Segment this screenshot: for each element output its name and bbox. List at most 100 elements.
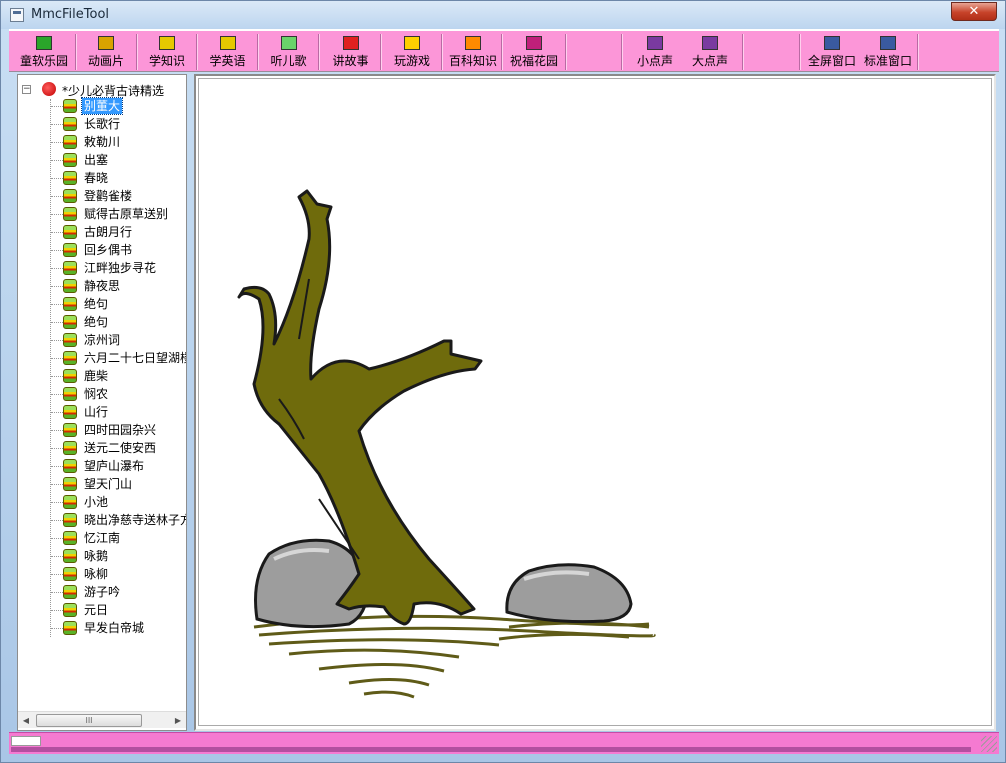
tree-item[interactable]: 晓出净慈寺送林子方 — [51, 511, 186, 529]
tree-item[interactable]: 望天门山 — [51, 475, 186, 493]
tree-item-label[interactable]: 游子吟 — [82, 584, 122, 600]
progress-bar — [11, 747, 971, 752]
tree-branch-line — [51, 106, 63, 107]
window-title: MmcFileTool — [31, 7, 110, 22]
collapse-icon[interactable]: − — [22, 85, 31, 94]
tree-item[interactable]: 敕勒川 — [51, 133, 186, 151]
tree-item-label[interactable]: 元日 — [82, 602, 110, 618]
tree-item-label[interactable]: 长歌行 — [82, 116, 122, 132]
tree-item-label[interactable]: 江畔独步寻花 — [82, 260, 158, 276]
title-bar[interactable]: MmcFileTool ✕ — [1, 1, 1005, 29]
toolbar-button-7[interactable]: 百科知识 — [445, 33, 501, 71]
tree-item[interactable]: 望庐山瀑布 — [51, 457, 186, 475]
close-button[interactable]: ✕ — [951, 2, 997, 21]
song-icon — [280, 36, 297, 50]
tree-item[interactable]: 凉州词 — [51, 331, 186, 349]
tree-item-label[interactable]: 鹿柴 — [82, 368, 110, 384]
tree-item[interactable]: 送元二使安西 — [51, 439, 186, 457]
tree-item[interactable]: 春晓 — [51, 169, 186, 187]
toolbar-button-3[interactable]: 学英语 — [200, 33, 255, 71]
toolbar-button-10[interactable]: 大点声 — [684, 33, 736, 71]
tree-branch-line — [51, 268, 63, 269]
tree-item-label[interactable]: 四时田园杂兴 — [82, 422, 158, 438]
toolbar-button-9[interactable]: 小点声 — [629, 33, 681, 71]
tree-item-label[interactable]: 静夜思 — [82, 278, 122, 294]
tree-item-label[interactable]: 咏鹅 — [82, 548, 110, 564]
story-icon — [342, 36, 359, 50]
toolbar-button-8[interactable]: 祝福花园 — [505, 33, 563, 71]
tree-branch-line — [51, 538, 63, 539]
scroll-right-icon[interactable]: ▶ — [171, 714, 185, 727]
tree-item-label[interactable]: 古朗月行 — [82, 224, 134, 240]
animation-canvas[interactable] — [198, 78, 992, 726]
tree-item[interactable]: 咏柳 — [51, 565, 186, 583]
poem-book-icon — [63, 405, 77, 419]
tree-item-label[interactable]: 早发白帝城 — [82, 620, 146, 636]
tree-item[interactable]: 游子吟 — [51, 583, 186, 601]
tree-item-label[interactable]: 敕勒川 — [82, 134, 122, 150]
tree-item-label[interactable]: 晓出净慈寺送林子方 — [82, 512, 186, 528]
tree-item-label[interactable]: 绝句 — [82, 296, 110, 312]
tree-item[interactable]: 古朗月行 — [51, 223, 186, 241]
tree-item[interactable]: 绝句 — [51, 295, 186, 313]
toolbar-button-6[interactable]: 玩游戏 — [384, 33, 440, 71]
scroll-thumb[interactable]: III — [36, 714, 142, 727]
toolbar-button-5[interactable]: 讲故事 — [322, 33, 379, 71]
tree-item[interactable]: 咏鹅 — [51, 547, 186, 565]
tree-item[interactable]: 绝句 — [51, 313, 186, 331]
tree-item[interactable]: 山行 — [51, 403, 186, 421]
tree-item-label[interactable]: 春晓 — [82, 170, 110, 186]
tree-item-label[interactable]: 凉州词 — [82, 332, 122, 348]
tree-item[interactable]: 鹿柴 — [51, 367, 186, 385]
tree-item-label[interactable]: 悯农 — [82, 386, 110, 402]
tree-item-label[interactable]: 小池 — [82, 494, 110, 510]
tree-item-label[interactable]: 送元二使安西 — [82, 440, 158, 456]
toolbar-button-4[interactable]: 听儿歌 — [261, 33, 316, 71]
toolbar-button-12[interactable]: 标准窗口 — [860, 33, 916, 71]
tree-item[interactable]: 四时田园杂兴 — [51, 421, 186, 439]
tree-item-label[interactable]: 绝句 — [82, 314, 110, 330]
tree-item-label[interactable]: 出塞 — [82, 152, 110, 168]
poem-book-icon — [63, 459, 77, 473]
tree-item[interactable]: 江畔独步寻花 — [51, 259, 186, 277]
tree-item[interactable]: 忆江南 — [51, 529, 186, 547]
tree-item[interactable]: 六月二十七日望湖楼 — [51, 349, 186, 367]
tree-item[interactable]: 悯农 — [51, 385, 186, 403]
tree-item-label[interactable]: 山行 — [82, 404, 110, 420]
scroll-left-icon[interactable]: ◀ — [19, 714, 33, 727]
tree-item-label[interactable]: 登鹳雀楼 — [82, 188, 134, 204]
tree-branch-line — [51, 358, 63, 359]
toolbar-button-11[interactable]: 全屏窗口 — [804, 33, 860, 71]
tree-item[interactable]: 静夜思 — [51, 277, 186, 295]
toolbar-button-2[interactable]: 学知识 — [140, 33, 194, 71]
tree-item-label[interactable]: 忆江南 — [82, 530, 122, 546]
tree-item[interactable]: 回乡偶书 — [51, 241, 186, 259]
poem-book-icon — [63, 333, 77, 347]
poem-book-icon — [63, 477, 77, 491]
tree-item[interactable]: 早发白帝城 — [51, 619, 186, 637]
tree-item-label[interactable]: 别董大 — [80, 97, 124, 115]
tree-item[interactable]: 赋得古原草送别 — [51, 205, 186, 223]
toolbar-separator — [380, 34, 382, 70]
tree-item[interactable]: 长歌行 — [51, 115, 186, 133]
tree-item[interactable]: 登鹳雀楼 — [51, 187, 186, 205]
tree-item[interactable]: 小池 — [51, 493, 186, 511]
poem-book-icon — [63, 387, 77, 401]
horizontal-scrollbar[interactable]: ◀ III ▶ — [18, 711, 186, 728]
toolbar-button-0[interactable]: 童软乐园 — [14, 33, 74, 71]
tree-item-label[interactable]: 望天门山 — [82, 476, 134, 492]
resize-grip-icon[interactable] — [981, 736, 997, 752]
toolbar-button-label: 全屏窗口 — [807, 54, 856, 68]
tree-item-label[interactable]: 六月二十七日望湖楼 — [82, 350, 186, 366]
tree-item[interactable]: 别董大 — [51, 97, 186, 115]
tree-branch-line — [51, 394, 63, 395]
poem-book-icon — [63, 135, 77, 149]
tree-item-label[interactable]: 回乡偶书 — [82, 242, 134, 258]
tree-item-label[interactable]: 望庐山瀑布 — [82, 458, 146, 474]
tree-item[interactable]: 元日 — [51, 601, 186, 619]
tree-item-label[interactable]: 咏柳 — [82, 566, 110, 582]
toolbar-button-1[interactable]: 动画片 — [79, 33, 133, 71]
tree-item[interactable]: 出塞 — [51, 151, 186, 169]
toolbar-separator — [799, 34, 801, 70]
tree-item-label[interactable]: 赋得古原草送别 — [82, 206, 170, 222]
